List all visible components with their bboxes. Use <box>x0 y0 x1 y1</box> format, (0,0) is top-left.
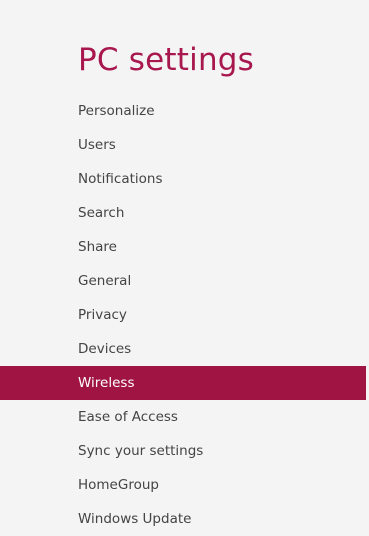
nav-item-search[interactable]: Search <box>0 196 369 230</box>
settings-panel: PC settings Personalize Users Notificati… <box>0 0 369 527</box>
nav-item-share[interactable]: Share <box>0 230 369 264</box>
nav-item-users[interactable]: Users <box>0 128 369 162</box>
nav-item-general[interactable]: General <box>0 264 369 298</box>
nav-item-sync-your-settings[interactable]: Sync your settings <box>0 434 369 468</box>
nav-item-personalize[interactable]: Personalize <box>0 94 369 128</box>
nav-item-privacy[interactable]: Privacy <box>0 298 369 332</box>
nav-item-notifications[interactable]: Notifications <box>0 162 369 196</box>
nav-item-homegroup[interactable]: HomeGroup <box>0 468 369 502</box>
settings-nav-list: Personalize Users Notifications Search S… <box>0 94 369 536</box>
nav-item-devices[interactable]: Devices <box>0 332 369 366</box>
page-title: PC settings <box>78 42 255 78</box>
nav-item-windows-update[interactable]: Windows Update <box>0 502 369 536</box>
nav-item-ease-of-access[interactable]: Ease of Access <box>0 400 369 434</box>
nav-item-wireless[interactable]: Wireless <box>0 366 366 400</box>
